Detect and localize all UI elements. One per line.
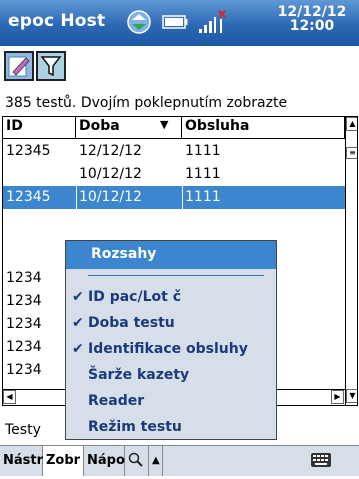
search-icon-glyph (128, 452, 143, 467)
clock-time: 12:00 (289, 18, 335, 34)
menu-napoveda[interactable]: Nápo (84, 446, 125, 476)
filter-icon (40, 56, 62, 77)
signal-icon[interactable] (197, 9, 229, 35)
popup-item-label: Režim testu (88, 419, 182, 435)
edit-button[interactable] (4, 51, 34, 81)
popup-item-id-pac[interactable]: ✔ ID pac/Lot č (70, 287, 270, 309)
battery-icon[interactable] (162, 15, 188, 29)
column-header-doba[interactable]: Doba ▼ (76, 117, 182, 139)
cell-doba: 12/12/12 (79, 143, 142, 159)
sync-icon[interactable] (125, 8, 153, 36)
popup-item-label: Reader (88, 393, 145, 409)
popup-item-label: Šarže kazety (88, 367, 190, 383)
cell-separator (182, 186, 183, 209)
cell-obsluha: 1111 (185, 143, 221, 159)
table-row[interactable] (3, 209, 345, 232)
app-title: epoc Host (8, 11, 106, 31)
check-icon: ✔ (72, 289, 84, 305)
cell-doba: 10/12/12 (79, 166, 142, 182)
cell-separator (76, 186, 77, 209)
popup-header-label: Rozsahy (91, 246, 157, 262)
popup-item-rezim-testu[interactable]: Režim testu (70, 417, 270, 439)
popup-item-identifikace-obsluhy[interactable]: ✔ Identifikace obsluhy (70, 339, 270, 361)
menu-zobrazit[interactable]: Zobr (43, 446, 84, 476)
column-header-obsluha[interactable]: Obsluha (182, 117, 345, 139)
scroll-down-icon[interactable]: ▼ (346, 389, 357, 403)
popup-item-label: ID pac/Lot č (88, 289, 181, 305)
title-bar: epoc Host 12/12/12 12:00 (0, 0, 359, 46)
cell-id: 1234 (6, 362, 42, 378)
cell-doba: 10/12/12 (79, 189, 142, 205)
column-header-id[interactable]: ID (3, 117, 76, 139)
popup-item-label: Doba testu (88, 315, 175, 331)
keyboard-icon-glyph (313, 455, 328, 465)
filter-button[interactable] (36, 51, 66, 81)
table-row-selected[interactable]: 12345 10/12/12 1111 (3, 186, 345, 209)
cell-id: 1234 (6, 293, 42, 309)
scroll-thumb[interactable]: ≡ (346, 147, 357, 159)
clock-date: 12/12/12 (277, 4, 347, 20)
sort-down-icon: ▼ (160, 118, 169, 131)
popup-item-reader[interactable]: Reader (70, 391, 270, 413)
cell-obsluha: 1111 (185, 189, 221, 205)
vertical-scrollbar[interactable]: ▲ ≡ ▼ (345, 117, 357, 405)
check-icon: ✔ (72, 341, 84, 357)
edit-icon (8, 56, 30, 77)
cell-obsluha: 1111 (185, 166, 221, 182)
scroll-up-icon[interactable]: ▲ (346, 117, 357, 131)
search-icon[interactable] (125, 446, 149, 476)
menu-divider (88, 275, 264, 276)
popup-item-doba-testu[interactable]: ✔ Doba testu (70, 313, 270, 335)
menu-bar: Nástr Zobr Nápo ▲ (0, 445, 359, 476)
popup-item-label: Identifikace obsluhy (88, 341, 248, 357)
cell-id: 12345 (6, 189, 51, 205)
table-row[interactable]: 12345 12/12/12 1111 (3, 140, 345, 163)
view-popup-menu: Rozsahy ✔ ID pac/Lot č ✔ Doba testu ✔ Id… (65, 240, 277, 440)
column-header-doba-label: Doba (79, 118, 120, 134)
cell-id: 1234 (6, 339, 42, 355)
check-icon: ✔ (72, 315, 84, 331)
scroll-left-icon[interactable]: ◀ (3, 390, 16, 404)
status-line: Testy (5, 422, 41, 438)
cell-id: 1234 (6, 316, 42, 332)
arrow-up-icon[interactable]: ▲ (149, 446, 163, 476)
popup-item-rozsahy[interactable]: Rozsahy (66, 241, 276, 269)
menu-nastroje[interactable]: Nástr (0, 446, 43, 476)
cell-id: 12345 (6, 143, 51, 159)
cell-id: 1234 (6, 270, 42, 286)
scroll-right-icon[interactable]: ▶ (331, 390, 344, 404)
table-row[interactable]: 10/12/12 1111 (3, 163, 345, 186)
toolbar (0, 46, 359, 93)
keyboard-icon[interactable] (311, 453, 331, 467)
info-line: 385 testů. Dvojím poklepnutím zobrazte (5, 95, 288, 111)
popup-item-sarze-kazety[interactable]: Šarže kazety (70, 365, 270, 387)
